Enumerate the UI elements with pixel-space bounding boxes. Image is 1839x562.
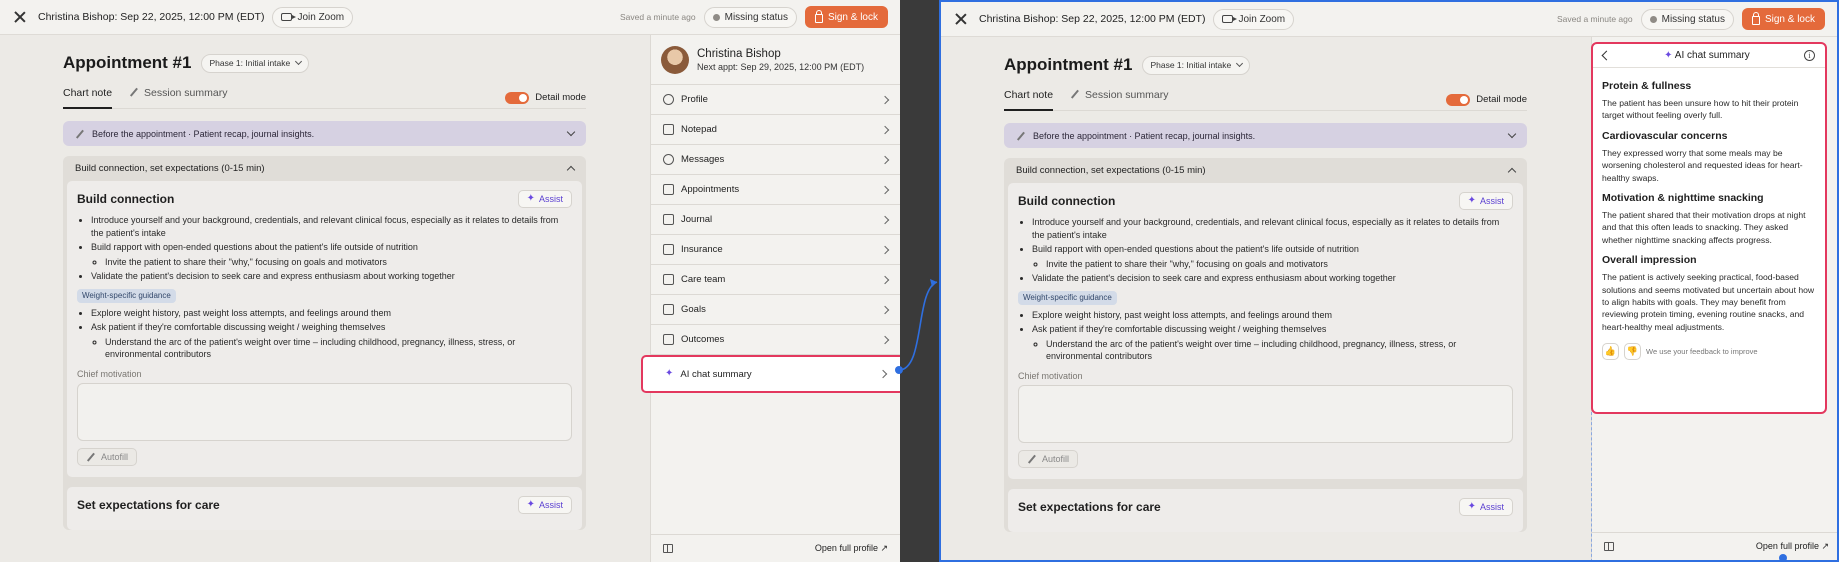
connector-line bbox=[898, 281, 938, 371]
connector-end-dot bbox=[1779, 554, 1787, 562]
flow-connector bbox=[895, 279, 1787, 562]
connector-start-dot bbox=[895, 366, 903, 374]
canvas: Christina Bishop: Sep 22, 2025, 12:00 PM… bbox=[0, 0, 1839, 562]
